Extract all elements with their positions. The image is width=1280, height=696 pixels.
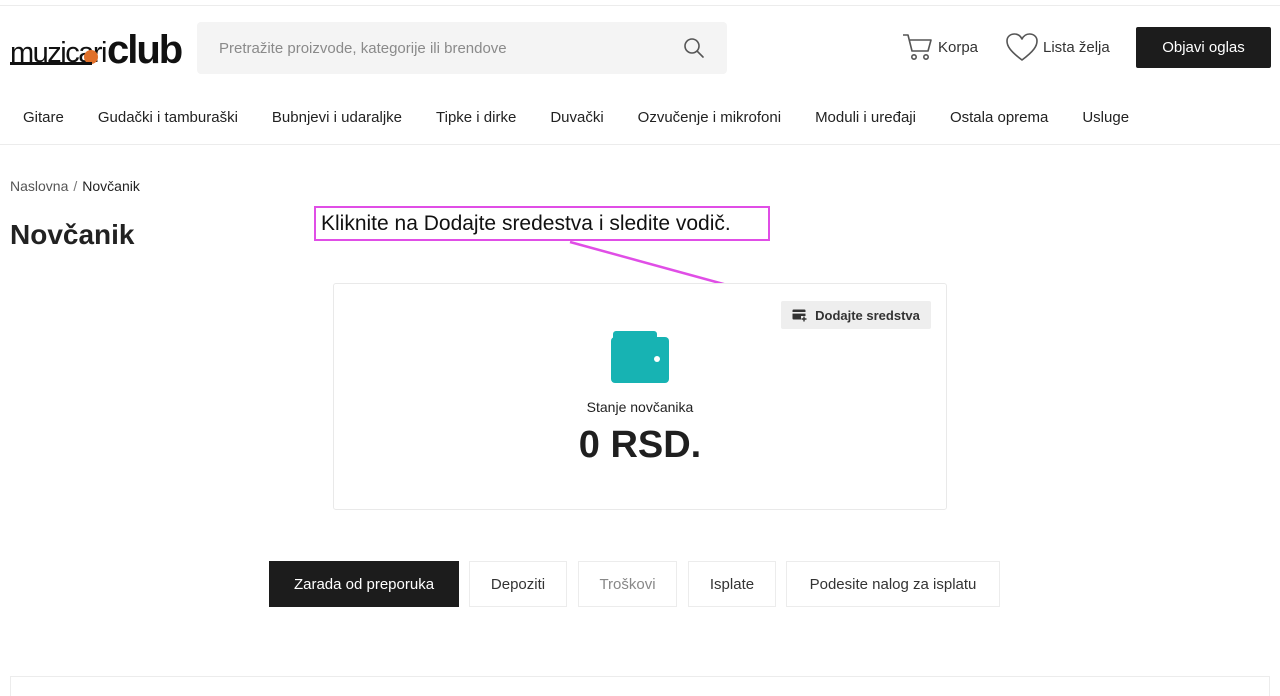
tab-expenses[interactable]: Troškovi (578, 561, 677, 607)
cart-link[interactable]: Korpa (902, 30, 978, 64)
wishlist-link[interactable]: Lista želja (1005, 30, 1110, 64)
breadcrumb: Naslovna / Novčanik (10, 178, 140, 194)
add-funds-label: Dodajte sredstva (815, 307, 920, 323)
nav-item-moduli[interactable]: Moduli i uređaji (815, 109, 916, 126)
page-title: Novčanik (10, 219, 135, 250)
cart-label: Korpa (938, 38, 979, 56)
breadcrumb-home[interactable]: Naslovna (10, 178, 68, 194)
logo-underline (10, 62, 92, 65)
nav-item-ostala-oprema[interactable]: Ostala oprema (950, 109, 1048, 126)
nav-divider (0, 144, 1280, 145)
wallet-balance-value: 0 RSD. (578, 424, 702, 466)
nav-item-usluge[interactable]: Usluge (1082, 109, 1129, 126)
logo-text-club: club (106, 28, 183, 72)
content-panel (10, 676, 1270, 696)
wallet-balance-label: Stanje novčanika (586, 399, 694, 415)
search-bar (197, 22, 727, 74)
top-divider (0, 5, 1280, 6)
nav-item-duvacki[interactable]: Duvački (550, 109, 603, 126)
tab-referral-earnings[interactable]: Zarada od preporuka (269, 561, 459, 607)
nav-item-gitare[interactable]: Gitare (23, 109, 64, 126)
heart-icon (1006, 33, 1038, 61)
tab-deposits[interactable]: Depoziti (469, 561, 567, 607)
nav-item-bubnjevi[interactable]: Bubnjevi i udaraljke (272, 109, 402, 126)
wallet-card: Dodajte sredstva Stanje novčanika 0 RSD. (333, 283, 947, 510)
nav-item-ozvucenje[interactable]: Ozvučenje i mikrofoni (638, 109, 781, 126)
breadcrumb-current: Novčanik (82, 178, 140, 194)
site-header: muzicari club Korpa Lista želja Objavi o… (0, 20, 1280, 76)
nav-item-tipke[interactable]: Tipke i dirke (436, 109, 516, 126)
add-card-icon (792, 309, 808, 322)
breadcrumb-separator: / (73, 178, 78, 194)
tab-payout-account-setup[interactable]: Podesite nalog za isplatu (786, 561, 1000, 607)
add-funds-button[interactable]: Dodajte sredstva (781, 301, 931, 329)
cart-icon (903, 34, 932, 60)
site-logo[interactable]: muzicari club (10, 28, 183, 72)
tab-payouts[interactable]: Isplate (688, 561, 776, 607)
wallet-icon (611, 331, 669, 383)
category-nav: Gitare Gudački i tamburaški Bubnjevi i u… (0, 98, 1280, 136)
tutorial-annotation: Kliknite na Dodajte sredestva i sledite … (314, 206, 770, 241)
nav-item-gudacki[interactable]: Gudački i tamburaški (98, 109, 238, 126)
search-input[interactable] (197, 22, 667, 74)
wishlist-label: Lista želja (1043, 38, 1110, 56)
post-ad-button[interactable]: Objavi oglas (1136, 27, 1271, 68)
search-icon[interactable] (683, 37, 705, 59)
